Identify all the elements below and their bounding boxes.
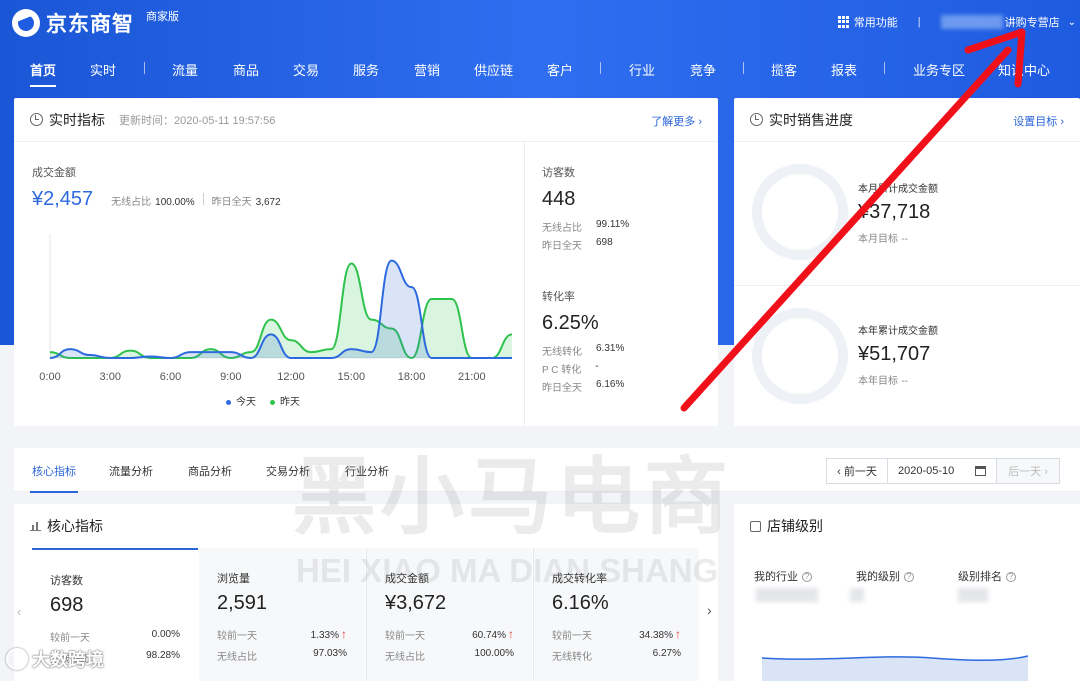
annotation-arrow: [680, 28, 1026, 412]
